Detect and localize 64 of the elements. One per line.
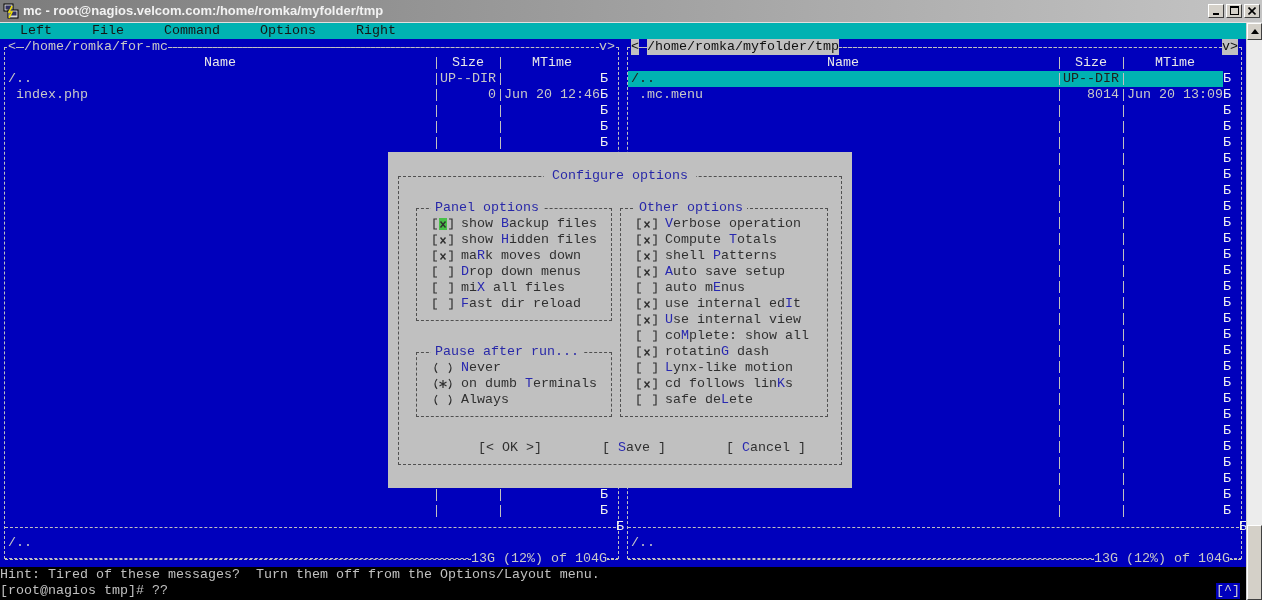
- row-mark: Б: [1223, 359, 1231, 375]
- row-mark: Б: [1223, 119, 1231, 135]
- file-size: UP--DIR: [440, 71, 496, 87]
- file-size: 0: [487, 87, 496, 103]
- file-name: .mc.menu: [638, 87, 704, 103]
- row-mark: Б: [600, 135, 608, 151]
- window-title: mc - root@nagios.velcom.com:/home/romka/myfolder/tmp: [23, 3, 384, 18]
- row-mark: Б: [1223, 503, 1231, 519]
- panel-path: /home/romka/myfolder/tmp: [647, 39, 839, 55]
- row-mark: Б: [1223, 103, 1231, 119]
- row-mark: Б: [600, 503, 608, 519]
- file-size: UP--DIR: [1063, 71, 1119, 87]
- file-name: /..: [631, 71, 656, 87]
- row-mark: Б: [1223, 343, 1231, 359]
- corner-indicator: [^]: [1216, 583, 1240, 599]
- column-header: MTime: [531, 55, 573, 71]
- row-mark: Б: [1223, 151, 1231, 167]
- dialog-title: Configure options: [544, 168, 696, 184]
- row-mark: Б: [1223, 455, 1231, 471]
- row-mark: Б: [1223, 471, 1231, 487]
- row-mark: Б: [600, 87, 608, 103]
- mini-status: /..: [630, 535, 656, 551]
- row-mark: Б: [1223, 391, 1231, 407]
- row-mark: Б: [1223, 263, 1231, 279]
- file-mtime: Jun 20 12:46: [504, 87, 600, 103]
- column-header: Name: [203, 55, 237, 71]
- group-title: Other options: [635, 200, 747, 216]
- row-mark: Б: [600, 103, 608, 119]
- row-mark: Б: [1223, 71, 1231, 87]
- row-mark: Б: [1223, 167, 1231, 183]
- row-mark: Б: [1223, 311, 1231, 327]
- row-mark: Б: [600, 119, 608, 135]
- row-mark: Б: [1223, 247, 1231, 263]
- column-header: Name: [826, 55, 860, 71]
- row-mark: Б: [616, 519, 624, 535]
- file-mtime: Jun 20 13:09: [1127, 87, 1223, 103]
- row-mark: Б: [1223, 439, 1231, 455]
- free-space: 13G (12%) of 104G: [1094, 551, 1230, 567]
- row-mark: Б: [1223, 279, 1231, 295]
- row-mark: Б: [600, 487, 608, 503]
- row-mark: Б: [1223, 423, 1231, 439]
- row-mark: Б: [1223, 327, 1231, 343]
- row-mark: Б: [1223, 135, 1231, 151]
- row-mark: Б: [1223, 231, 1231, 247]
- file-name: index.php: [15, 87, 89, 103]
- row-mark: Б: [1223, 407, 1231, 423]
- row-mark: Б: [600, 71, 608, 87]
- column-header: Size: [1074, 55, 1108, 71]
- mini-status: /..: [7, 535, 33, 551]
- hint-line: Hint: Tired of these messages? Turn them off from the Options/Layout menu.: [0, 567, 601, 583]
- row-mark: Б: [1223, 375, 1231, 391]
- row-mark: Б: [1223, 183, 1231, 199]
- column-header: Size: [451, 55, 485, 71]
- row-mark: Б: [1239, 519, 1246, 535]
- row-mark: Б: [1223, 295, 1231, 311]
- file-name: /..: [8, 71, 33, 87]
- free-space: 13G (12%) of 104G: [471, 551, 607, 567]
- row-mark: Б: [1223, 215, 1231, 231]
- row-mark: Б: [1223, 487, 1231, 503]
- column-header: MTime: [1154, 55, 1196, 71]
- group-title: Panel options: [431, 200, 543, 216]
- file-size: 8014: [1086, 87, 1119, 103]
- row-mark: Б: [1223, 87, 1231, 103]
- row-mark: Б: [1223, 199, 1231, 215]
